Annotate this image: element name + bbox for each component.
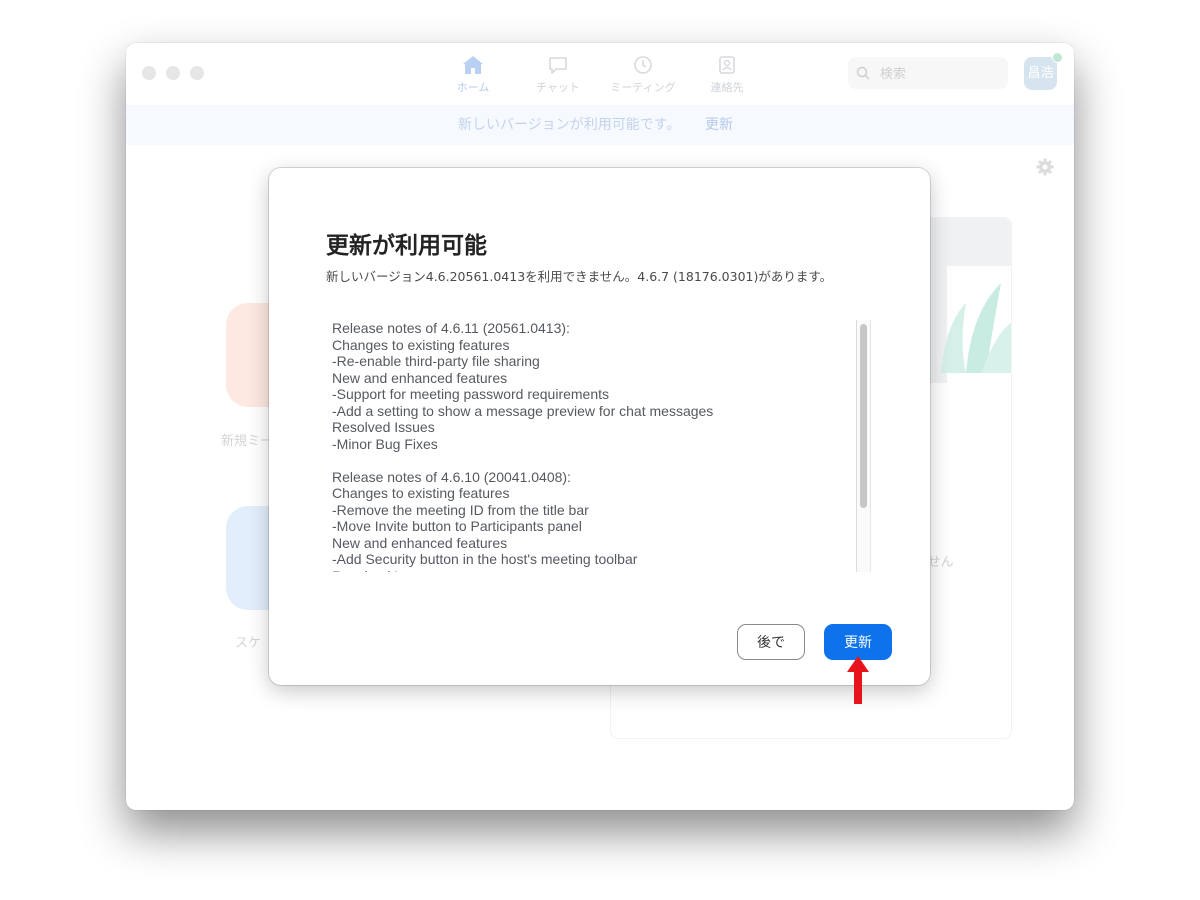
tab-meetings-label: ミーティング (610, 81, 676, 94)
tab-contacts-label: 連絡先 (710, 81, 744, 94)
minimize-window-button[interactable] (166, 66, 180, 80)
update-dialog: 更新が利用可能 新しいバージョン4.6.20561.0413を利用できません。4… (269, 168, 930, 685)
home-icon (463, 56, 483, 74)
tab-chat-label: チャット (536, 81, 580, 94)
tab-chat[interactable]: チャット (513, 55, 603, 99)
annotation-arrow-icon (847, 656, 869, 704)
scrollbar-thumb[interactable] (860, 324, 867, 508)
title-bar: ホーム チャット ミーティング 連絡先 検索 昌浩 (126, 43, 1074, 105)
release-note-line: Release notes of 4.6.11 (20561.0413): (332, 320, 570, 336)
dialog-title: 更新が利用可能 (326, 233, 487, 259)
tab-meetings[interactable]: ミーティング (598, 55, 688, 99)
search-box[interactable] (848, 57, 1008, 89)
close-window-button[interactable] (142, 66, 156, 80)
release-note-line: Resolved Issues (332, 419, 435, 435)
release-note-line: -Support for meeting password requiremen… (332, 386, 610, 402)
clock-icon (634, 56, 652, 74)
gear-icon[interactable] (1036, 158, 1054, 176)
release-note-line: -Move Invite button to Participants pane… (332, 518, 582, 534)
update-button[interactable]: 更新 (824, 624, 892, 660)
new-meeting-label: 新規ミー (221, 434, 274, 449)
release-note-line: -Remove the meeting ID from the title ba… (332, 501, 589, 518)
schedule-label: スケ (235, 636, 262, 651)
release-note-line: -Add Security button in the host's meeti… (332, 551, 638, 567)
release-note-line: New and enhanced features (332, 369, 508, 386)
release-notes[interactable]: Release notes of 4.6.11 (20561.0413): Cha… (332, 320, 852, 572)
chat-icon (549, 57, 567, 74)
presence-status-dot (1052, 52, 1063, 63)
zoom-window-button[interactable] (190, 66, 204, 80)
avatar[interactable]: 昌浩 (1024, 57, 1057, 90)
release-note-line (332, 452, 852, 469)
update-banner: 新しいバージョンが利用可能です。 更新 (126, 105, 1074, 145)
release-note-line: -Minor Bug Fixes (332, 435, 438, 452)
tab-contacts[interactable]: 連絡先 (682, 55, 772, 99)
tab-home[interactable]: ホーム (428, 55, 518, 99)
contacts-icon (719, 56, 735, 74)
tab-home-label: ホーム (456, 81, 490, 94)
release-note-line: Release notes of 4.6.10 (20041.0408): (332, 468, 571, 485)
release-notes-scrollbar[interactable] (856, 320, 871, 572)
dialog-subtitle: 新しいバージョン4.6.20561.0413を利用できません。4.6.7 (18… (326, 269, 833, 284)
update-banner-message: 新しいバージョンが利用可能です。 (458, 117, 681, 133)
update-banner-link[interactable]: 更新 (705, 105, 733, 145)
search-icon (856, 66, 870, 80)
search-input[interactable] (878, 63, 1002, 85)
release-note-line: Changes to existing features (332, 336, 510, 353)
release-note-line: Changes to existing features (332, 485, 510, 501)
release-note-line: New and enhanced features (332, 534, 508, 551)
release-note-line: -Re-enable third-party file sharing (332, 353, 540, 369)
release-note-line: Resolved Issues (332, 568, 852, 573)
later-button[interactable]: 後で (737, 624, 805, 660)
release-note-line: -Add a setting to show a message preview… (332, 402, 714, 419)
